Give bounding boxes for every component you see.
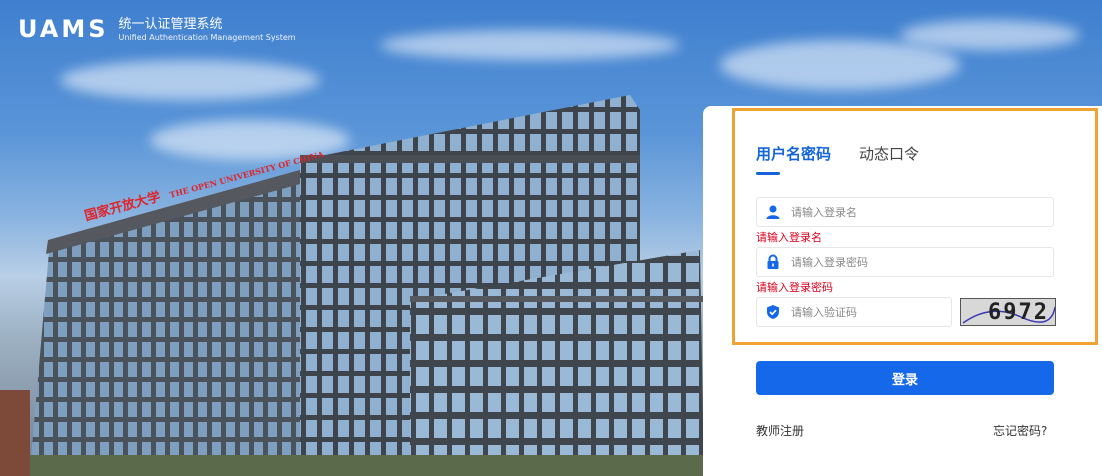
password-field-wrapper (756, 247, 1054, 277)
shield-check-icon (757, 304, 789, 320)
logo-english-title: Unified Authentication Management System (118, 33, 296, 42)
teacher-register-link[interactable]: 教师注册 (756, 422, 804, 439)
forgot-password-link[interactable]: 忘记密码? (993, 422, 1047, 439)
login-tabs: 用户名密码 动态口令 (756, 143, 947, 164)
logo-chinese-title: 统一认证管理系统 (118, 17, 223, 32)
username-error: 请输入登录名 (756, 231, 822, 244)
captcha-text: 6972 (988, 299, 1049, 325)
password-input[interactable] (789, 254, 1033, 270)
user-icon (757, 204, 789, 220)
captcha-field-wrapper (756, 297, 952, 327)
captcha-input[interactable] (789, 304, 943, 320)
captcha-image[interactable]: 6972 (960, 298, 1056, 326)
lock-icon (757, 254, 789, 270)
tab-username-password[interactable]: 用户名密码 (756, 143, 831, 164)
app-logo: UAMS 统一认证管理系统 Unified Authentication Man… (18, 14, 296, 44)
active-tab-indicator (756, 172, 780, 175)
login-button[interactable]: 登录 (756, 361, 1054, 395)
username-input[interactable] (789, 204, 1033, 220)
logo-text: UAMS (18, 15, 109, 43)
username-field-wrapper (756, 197, 1054, 227)
tab-dynamic-token[interactable]: 动态口令 (859, 143, 919, 164)
password-error: 请输入登录密码 (756, 281, 833, 294)
